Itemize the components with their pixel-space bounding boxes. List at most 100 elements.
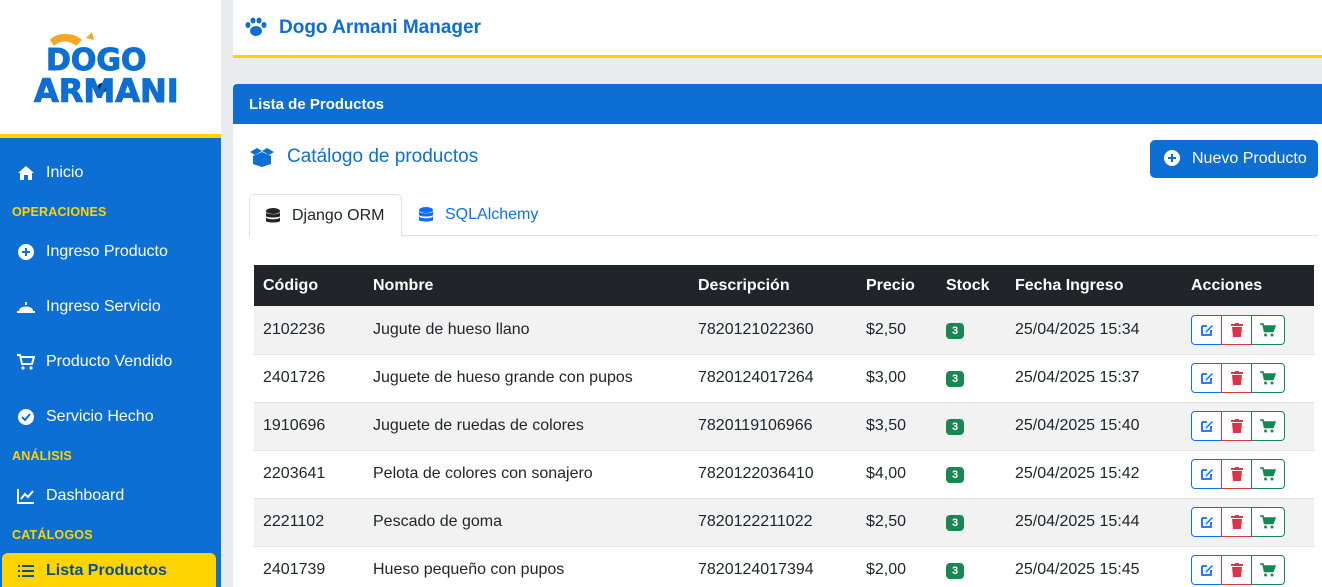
trash-icon (1230, 322, 1243, 337)
cell-descripcion: 7820124017394 (689, 546, 857, 587)
row-actions (1191, 555, 1285, 585)
table-row: 2203641 Pelota de colores con sonajero 7… (254, 450, 1314, 499)
sidebar-item-label: Dashboard (46, 487, 125, 504)
edit-icon (1200, 324, 1213, 336)
edit-icon (1200, 469, 1213, 480)
column-header-descripcion[interactable]: Descripción (689, 265, 857, 306)
sell-button[interactable] (1251, 411, 1285, 441)
sell-button[interactable] (1251, 363, 1285, 393)
delete-button[interactable] (1221, 314, 1252, 345)
plus-circle-icon (16, 242, 36, 262)
sidebar-section-catalogos: CATÁLOGOS (12, 528, 93, 542)
cart-icon (1260, 515, 1276, 529)
cart-icon (1260, 371, 1276, 385)
row-actions (1191, 411, 1285, 441)
trash-icon (1230, 419, 1243, 433)
app-title: Dogo Armani Manager (279, 16, 481, 38)
paw-icon (245, 17, 267, 39)
dogo-armani-logo: DOGO ARMANI (34, 32, 179, 106)
column-header-stock[interactable]: Stock (937, 265, 1006, 306)
cell-nombre: Juguete de hueso grande con pupos (364, 354, 689, 403)
cell-codigo: 2221102 (254, 498, 364, 547)
sidebar-item-ingreso-producto[interactable]: Ingreso Producto (0, 232, 221, 272)
sidebar-section-operaciones: OPERACIONES (12, 205, 107, 219)
edit-button[interactable] (1191, 459, 1222, 489)
cell-acciones (1182, 402, 1314, 451)
trash-icon (1230, 515, 1243, 529)
edit-button[interactable] (1191, 507, 1222, 537)
sell-button[interactable] (1251, 507, 1285, 537)
cell-descripcion: 7820122211022 (689, 498, 857, 547)
edit-button[interactable] (1191, 555, 1222, 585)
cart-icon (16, 352, 36, 372)
trash-icon (1230, 371, 1243, 385)
sidebar-item-inicio[interactable]: Inicio (0, 153, 221, 193)
cell-descripcion: 7820124017264 (689, 354, 857, 403)
tab-sqlalchemy[interactable]: SQLAlchemy (403, 194, 554, 236)
column-header-precio[interactable]: Precio (857, 265, 937, 306)
table-row: 1910696 Juguete de ruedas de colores 782… (254, 402, 1314, 451)
stock-badge: 3 (946, 419, 965, 435)
cell-precio: $3,00 (857, 354, 937, 403)
row-actions (1191, 363, 1285, 393)
new-product-label: Nuevo Producto (1192, 150, 1307, 167)
tab-label: Django ORM (292, 206, 385, 224)
cart-icon (1260, 323, 1276, 337)
cell-codigo: 2401739 (254, 546, 364, 587)
delete-button[interactable] (1221, 555, 1252, 585)
new-product-button[interactable]: Nuevo Producto (1150, 140, 1318, 178)
list-icon (16, 561, 36, 581)
edit-button[interactable] (1191, 314, 1222, 345)
sidebar-item-servicio-hecho[interactable]: Servicio Hecho (0, 397, 221, 437)
bell-icon (16, 297, 36, 317)
cart-icon (1260, 467, 1276, 481)
stock-badge: 3 (946, 371, 965, 387)
column-header-codigo[interactable]: Código (254, 265, 364, 306)
edit-button[interactable] (1191, 363, 1222, 393)
sidebar-item-label: Producto Vendido (46, 353, 173, 370)
tab-django-orm[interactable]: Django ORM (249, 194, 402, 237)
cell-precio: $3,50 (857, 402, 937, 451)
sidebar-item-label: Lista Productos (46, 562, 167, 579)
line-chart-icon (16, 486, 36, 506)
sidebar-item-dashboard[interactable]: Dashboard (0, 476, 221, 516)
box-open-icon (249, 147, 275, 167)
delete-button[interactable] (1221, 411, 1252, 441)
delete-button[interactable] (1221, 363, 1252, 393)
database-icon (419, 207, 433, 223)
sell-button[interactable] (1251, 459, 1285, 489)
logo-text-armani: ARMANI (34, 72, 179, 106)
sidebar-item-lista-productos[interactable]: Lista Productos (2, 553, 216, 587)
sidebar: DOGO ARMANI Inicio OPERACIONES Ingreso P… (0, 0, 221, 587)
sidebar-item-label: Servicio Hecho (46, 408, 154, 425)
column-header-nombre[interactable]: Nombre (364, 265, 689, 306)
database-icon (266, 207, 280, 224)
sidebar-item-ingreso-servicio[interactable]: Ingreso Servicio (0, 287, 221, 327)
delete-button[interactable] (1221, 507, 1252, 537)
table-header-row: Código Nombre Descripción Precio Stock F… (254, 265, 1314, 306)
column-header-acciones: Acciones (1182, 265, 1314, 306)
edit-button[interactable] (1191, 411, 1222, 441)
products-table: Código Nombre Descripción Precio Stock F… (254, 265, 1314, 587)
table-row: 2401726 Juguete de hueso grande con pupo… (254, 354, 1314, 403)
home-icon (16, 163, 36, 183)
column-header-fecha-ingreso[interactable]: Fecha Ingreso (1006, 265, 1182, 306)
cell-stock: 3 (937, 450, 1006, 499)
table-row: 2221102 Pescado de goma 7820122211022 $2… (254, 498, 1314, 547)
catalog-title: Catálogo de productos (249, 146, 478, 168)
stock-badge: 3 (946, 563, 965, 579)
catalog-title-text: Catálogo de productos (287, 146, 479, 167)
cell-stock: 3 (937, 306, 1006, 355)
sell-button[interactable] (1251, 555, 1285, 585)
cell-stock: 3 (937, 354, 1006, 403)
delete-button[interactable] (1221, 459, 1252, 489)
edit-icon (1200, 565, 1213, 576)
sell-button[interactable] (1251, 314, 1285, 345)
sidebar-item-producto-vendido[interactable]: Producto Vendido (0, 342, 221, 382)
cell-acciones (1182, 450, 1314, 499)
sidebar-section-analisis: ANÁLISIS (12, 449, 72, 463)
cell-precio: $2,50 (857, 306, 937, 355)
cell-fecha: 25/04/2025 15:40 (1006, 402, 1182, 451)
cell-stock: 3 (937, 546, 1006, 587)
row-actions (1191, 459, 1285, 489)
